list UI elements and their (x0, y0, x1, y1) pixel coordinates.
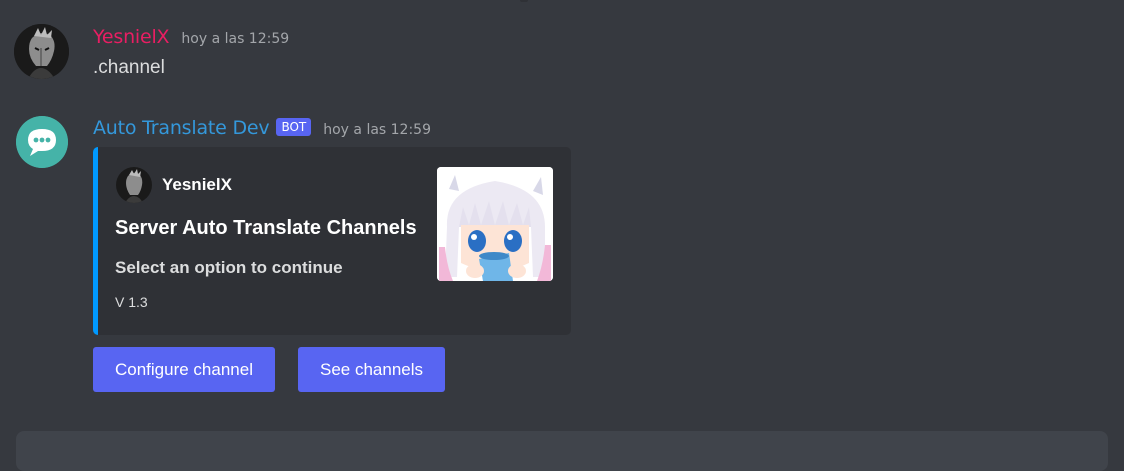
speech-bubble-icon[interactable] (16, 116, 68, 168)
configure-channel-button[interactable]: Configure channel (93, 347, 275, 392)
embed: YesnielX Server Auto Translate Channels … (93, 147, 571, 335)
embed-author-name[interactable]: YesnielX (162, 175, 232, 195)
timestamp[interactable]: hoy a las 12:59 (323, 122, 431, 138)
message-header: Auto Translate Dev BOT hoy a las 12:59 (93, 117, 431, 139)
embed-title: Server Auto Translate Channels (115, 217, 417, 239)
embed-description: Select an option to continue (115, 258, 343, 277)
embed-author: YesnielX (116, 167, 232, 203)
username[interactable]: YesnielX (93, 26, 170, 48)
timestamp[interactable]: hoy a las 12:59 (181, 31, 289, 47)
see-channels-button[interactable]: See channels (298, 347, 446, 392)
embed-footer: V 1.3 (115, 294, 148, 310)
message-composer[interactable] (16, 431, 1108, 471)
embed-author-avatar-icon (116, 167, 152, 203)
anime-character-thumbnail[interactable] (437, 167, 553, 281)
bot-tag: BOT (276, 118, 312, 136)
username[interactable]: Auto Translate Dev (93, 117, 270, 139)
message-content: .channel (93, 57, 165, 78)
user-avatar-icon[interactable] (14, 24, 69, 79)
previous-message-edge (520, 0, 528, 2)
message-header: YesnielX hoy a las 12:59 (93, 26, 289, 48)
